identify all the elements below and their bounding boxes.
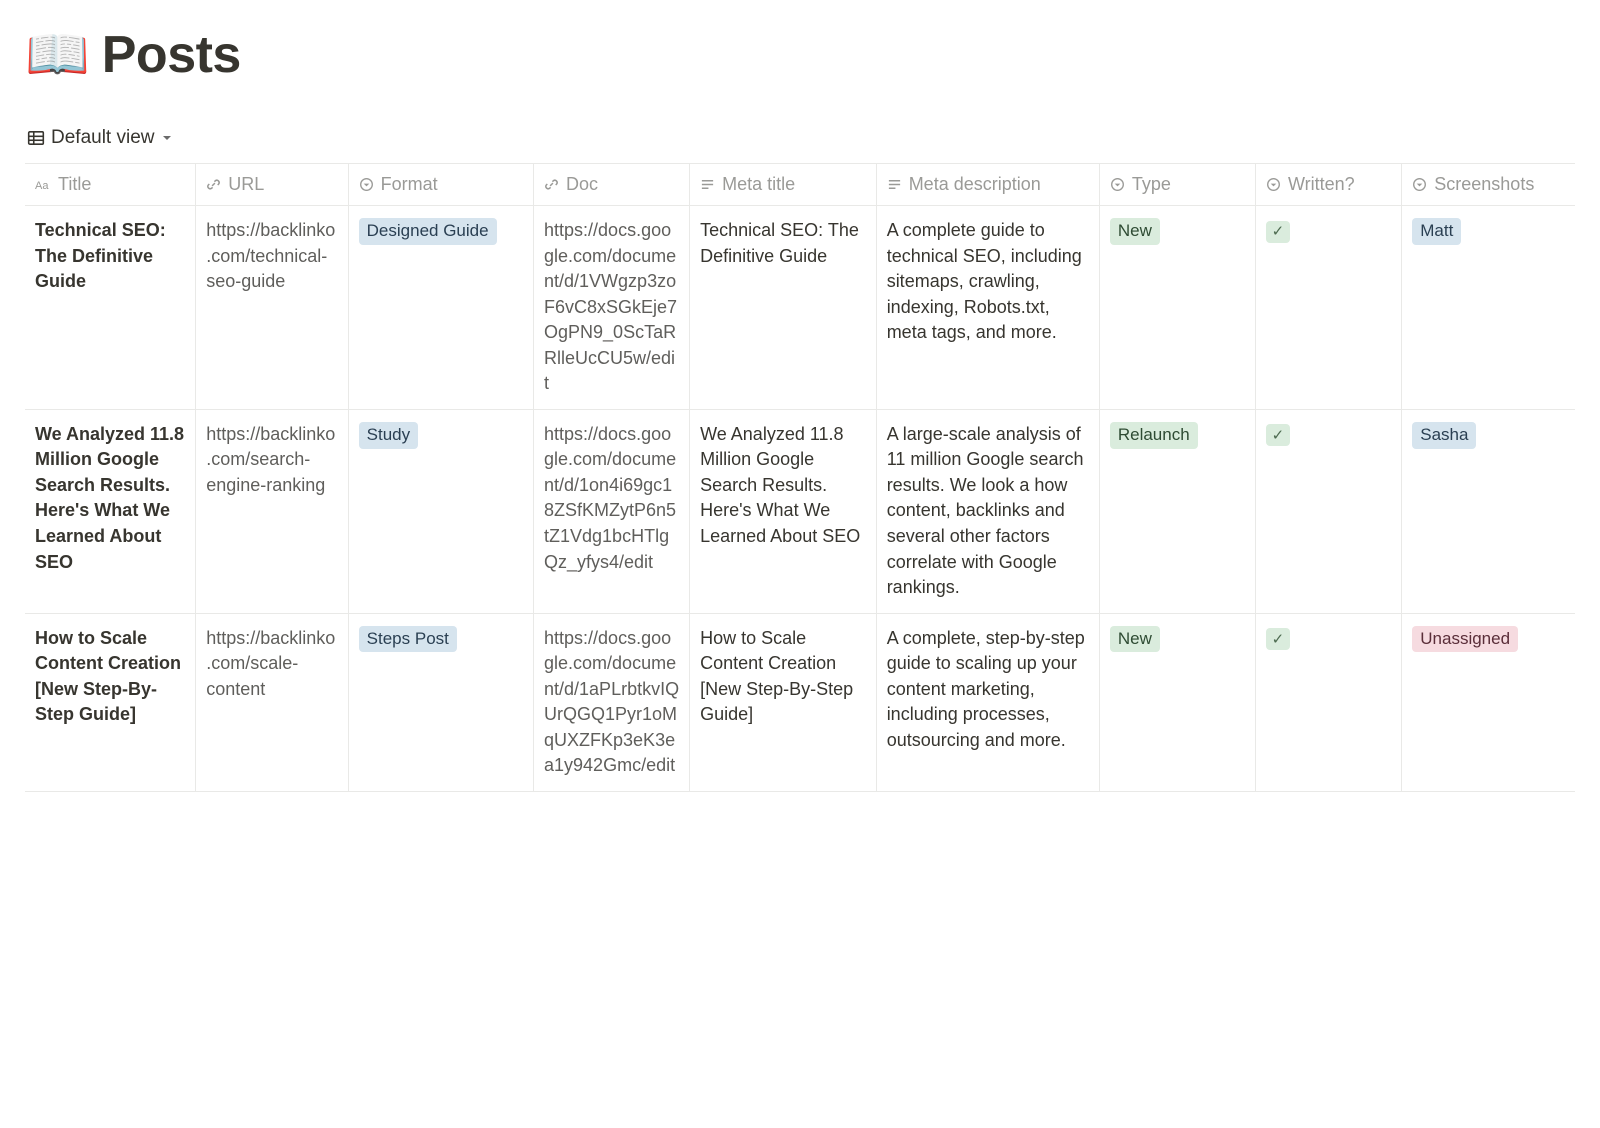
table-row[interactable]: We Analyzed 11.8 Million Google Search R… xyxy=(25,409,1575,613)
column-header-screenshots[interactable]: Screenshots xyxy=(1402,164,1575,206)
cell-url[interactable]: https://backlinko.com/search-engine-rank… xyxy=(196,409,348,613)
check-icon: ✓ xyxy=(1266,424,1290,446)
type-tag: New xyxy=(1110,626,1160,653)
column-header-doc[interactable]: Doc xyxy=(534,164,690,206)
cell-format[interactable]: Designed Guide xyxy=(348,206,533,410)
select-prop-icon xyxy=(359,177,374,192)
svg-text:Aa: Aa xyxy=(35,180,49,192)
page-title: Posts xyxy=(102,25,241,85)
table-row[interactable]: Technical SEO: The Definitive Guidehttps… xyxy=(25,206,1575,410)
column-header-format[interactable]: Format xyxy=(348,164,533,206)
select-prop-icon xyxy=(1110,177,1125,192)
column-label: Doc xyxy=(566,174,598,195)
column-label: Format xyxy=(381,174,438,195)
column-header-type[interactable]: Type xyxy=(1099,164,1255,206)
link-prop-icon xyxy=(206,177,221,192)
column-header-meta-description[interactable]: Meta description xyxy=(876,164,1099,206)
column-header-written[interactable]: Written? xyxy=(1255,164,1401,206)
cell-doc[interactable]: https://docs.google.com/document/d/1VWgz… xyxy=(534,206,690,410)
column-label: Title xyxy=(58,174,91,195)
cell-screenshots[interactable]: Unassigned xyxy=(1402,613,1575,791)
cell-doc[interactable]: https://docs.google.com/document/d/1aPLr… xyxy=(534,613,690,791)
posts-table: Aa Title URL Format Doc xyxy=(25,163,1575,792)
column-label: Meta description xyxy=(909,174,1041,195)
type-tag: Relaunch xyxy=(1110,422,1198,449)
view-label: Default view xyxy=(51,127,155,149)
cell-meta-description[interactable]: A complete, step-by-step guide to scalin… xyxy=(876,613,1099,791)
cell-format[interactable]: Study xyxy=(348,409,533,613)
cell-meta-title[interactable]: We Analyzed 11.8 Million Google Search R… xyxy=(690,409,877,613)
cell-written[interactable]: ✓ xyxy=(1255,206,1401,410)
cell-type[interactable]: New xyxy=(1099,613,1255,791)
link-prop-icon xyxy=(544,177,559,192)
column-label: Type xyxy=(1132,174,1171,195)
cell-title[interactable]: We Analyzed 11.8 Million Google Search R… xyxy=(25,409,196,613)
column-label: Written? xyxy=(1288,174,1355,195)
page-header: 📖 Posts xyxy=(25,25,1575,85)
cell-screenshots[interactable]: Sasha xyxy=(1402,409,1575,613)
column-label: Meta title xyxy=(722,174,795,195)
type-tag: New xyxy=(1110,218,1160,245)
cell-url[interactable]: https://backlinko.com/technical-seo-guid… xyxy=(196,206,348,410)
cell-title[interactable]: How to Scale Content Creation [New Step-… xyxy=(25,613,196,791)
column-header-meta-title[interactable]: Meta title xyxy=(690,164,877,206)
cell-written[interactable]: ✓ xyxy=(1255,409,1401,613)
select-prop-icon xyxy=(1266,177,1281,192)
check-icon: ✓ xyxy=(1266,628,1290,650)
column-label: URL xyxy=(228,174,264,195)
chevron-down-icon xyxy=(161,132,173,144)
cell-title[interactable]: Technical SEO: The Definitive Guide xyxy=(25,206,196,410)
table-header-row: Aa Title URL Format Doc xyxy=(25,164,1575,206)
column-header-title[interactable]: Aa Title xyxy=(25,164,196,206)
table-body: Technical SEO: The Definitive Guidehttps… xyxy=(25,206,1575,792)
column-label: Screenshots xyxy=(1434,174,1534,195)
cell-written[interactable]: ✓ xyxy=(1255,613,1401,791)
format-tag: Steps Post xyxy=(359,626,457,653)
table-row[interactable]: How to Scale Content Creation [New Step-… xyxy=(25,613,1575,791)
cell-format[interactable]: Steps Post xyxy=(348,613,533,791)
check-icon: ✓ xyxy=(1266,221,1290,243)
column-header-url[interactable]: URL xyxy=(196,164,348,206)
title-prop-icon: Aa xyxy=(35,177,51,193)
screenshots-tag: Sasha xyxy=(1412,422,1476,449)
cell-meta-title[interactable]: Technical SEO: The Definitive Guide xyxy=(690,206,877,410)
cell-meta-description[interactable]: A large-scale analysis of 11 million Goo… xyxy=(876,409,1099,613)
cell-meta-description[interactable]: A complete guide to technical SEO, inclu… xyxy=(876,206,1099,410)
cell-type[interactable]: Relaunch xyxy=(1099,409,1255,613)
screenshots-tag: Unassigned xyxy=(1412,626,1518,653)
format-tag: Designed Guide xyxy=(359,218,497,245)
select-prop-icon xyxy=(1412,177,1427,192)
cell-meta-title[interactable]: How to Scale Content Creation [New Step-… xyxy=(690,613,877,791)
cell-doc[interactable]: https://docs.google.com/document/d/1on4i… xyxy=(534,409,690,613)
screenshots-tag: Matt xyxy=(1412,218,1461,245)
text-prop-icon xyxy=(700,177,715,192)
cell-type[interactable]: New xyxy=(1099,206,1255,410)
format-tag: Study xyxy=(359,422,418,449)
text-prop-icon xyxy=(887,177,902,192)
cell-screenshots[interactable]: Matt xyxy=(1402,206,1575,410)
page-emoji-icon: 📖 xyxy=(25,29,90,81)
cell-url[interactable]: https://backlinko.com/scale-content xyxy=(196,613,348,791)
table-view-icon xyxy=(27,129,45,147)
view-selector[interactable]: Default view xyxy=(25,123,175,153)
